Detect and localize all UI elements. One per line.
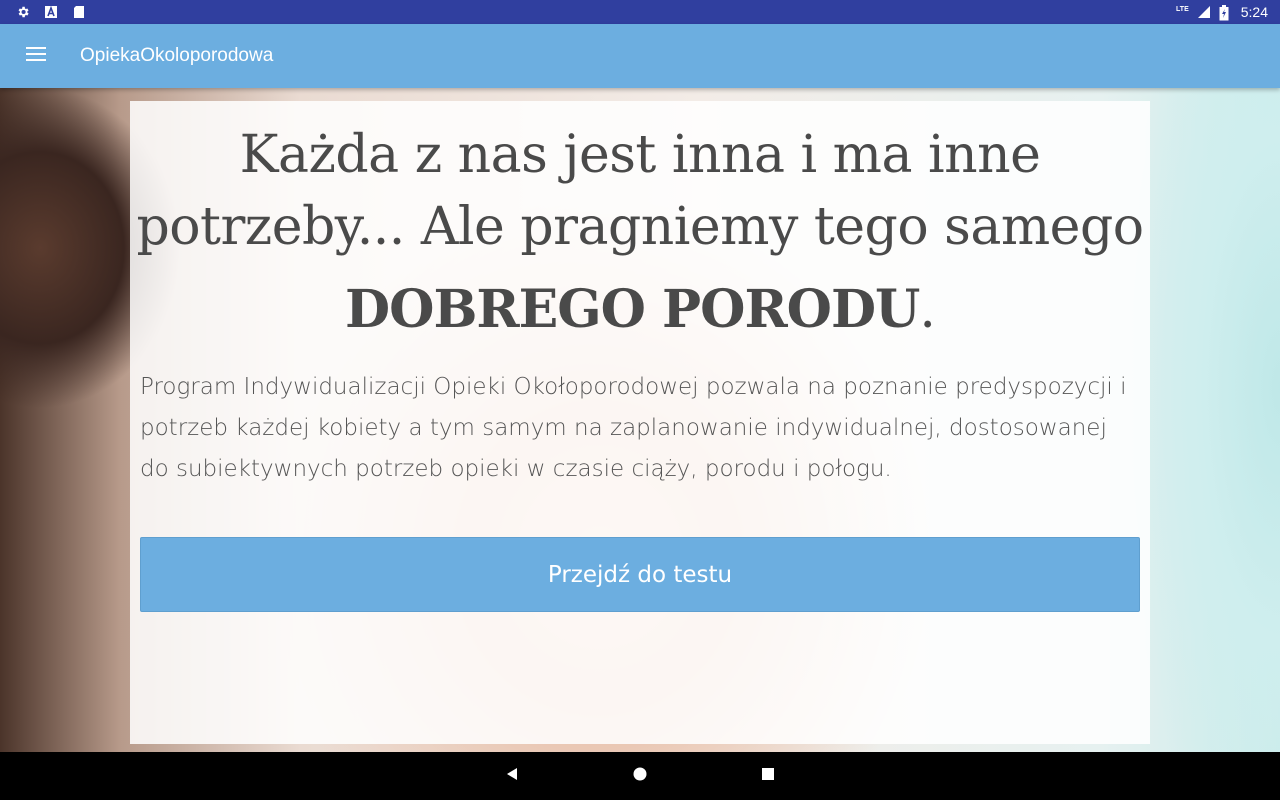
network-type: LTE	[1176, 5, 1189, 13]
go-to-test-button[interactable]: Przejdź do testu	[140, 537, 1140, 612]
description: Program Indywidualizacji Opieki Okołopor…	[140, 374, 1127, 482]
main-content[interactable]: Każda z nas jest inna i ma inne potrzeby…	[0, 88, 1280, 752]
app-title: OpiekaOkoloporodowa	[80, 45, 274, 66]
back-button[interactable]	[498, 762, 526, 790]
headline-emphasis-suffix: .	[919, 280, 936, 340]
clock: 5:24	[1240, 4, 1268, 20]
settings-icon	[16, 5, 30, 19]
recents-icon	[762, 767, 774, 785]
recents-button[interactable]	[754, 762, 782, 790]
status-bar-notifications	[16, 5, 86, 19]
sd-card-icon	[72, 5, 86, 19]
app-bar: OpiekaOkoloporodowa	[0, 24, 1280, 88]
status-bar: LTE 5:24	[0, 0, 1280, 24]
battery-charging-icon	[1219, 5, 1233, 21]
back-icon	[505, 767, 519, 786]
intro-card: Każda z nas jest inna i ma inne potrzeby…	[130, 101, 1150, 744]
headline: Każda z nas jest inna i ma inne potrzeby…	[136, 125, 1144, 257]
headline-emphasis: DOBREGO PORODU.	[130, 279, 1150, 340]
navigation-bar	[0, 752, 1280, 800]
menu-button[interactable]	[0, 24, 72, 88]
a-notification-icon	[44, 5, 58, 19]
signal-icon	[1197, 5, 1211, 19]
headline-emphasis-text: DOBREGO PORODU	[345, 279, 920, 340]
home-icon	[633, 767, 647, 786]
status-bar-system: LTE 5:24	[1176, 4, 1268, 21]
home-button[interactable]	[626, 762, 654, 790]
hamburger-menu-icon	[26, 46, 46, 66]
